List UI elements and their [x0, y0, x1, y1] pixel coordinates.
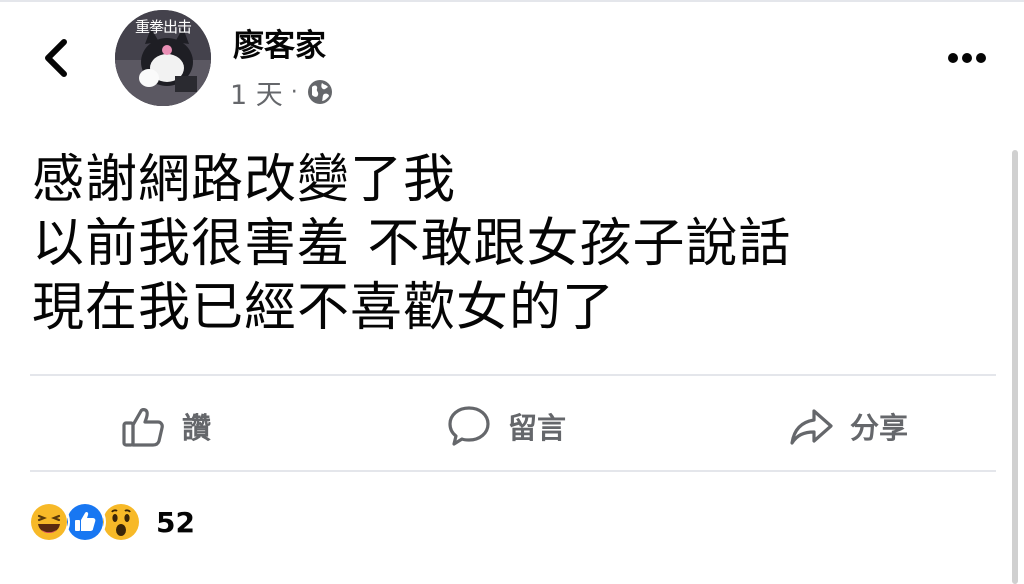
- post-timestamp[interactable]: 1 天: [230, 73, 283, 112]
- post-line: 以前我很害羞 不敢跟女孩子說話: [32, 214, 792, 274]
- post-actions-bar: 讚 留言 分享: [0, 380, 1024, 470]
- actions-bottom-divider: [30, 470, 996, 472]
- post-meta: 1 天 ·: [230, 72, 334, 112]
- share-label: 分享: [850, 411, 909, 445]
- like-icon: [64, 501, 106, 543]
- author-name[interactable]: 廖客家: [233, 20, 326, 65]
- haha-icon: [28, 501, 70, 543]
- like-label: 讚: [182, 411, 212, 445]
- post-line: 現在我已經不喜歡女的了: [32, 278, 616, 338]
- reactions-summary[interactable]: 52: [28, 500, 195, 544]
- wow-icon: [100, 501, 142, 543]
- share-button[interactable]: 分享: [788, 398, 908, 454]
- avatar[interactable]: 重拳出击: [115, 10, 211, 106]
- more-options-button[interactable]: [942, 40, 992, 76]
- share-arrow-icon: [790, 409, 833, 445]
- more-dots-icon: [948, 53, 986, 63]
- avatar-caption: 重拳出击: [134, 18, 192, 36]
- post-text: 感謝網路改變了我 以前我很害羞 不敢跟女孩子說話 現在我已經不喜歡女的了: [32, 148, 992, 340]
- globe-icon[interactable]: [306, 78, 334, 106]
- meta-separator: ·: [290, 79, 298, 105]
- post-line: 感謝網路改變了我: [32, 150, 457, 210]
- like-button[interactable]: 讚: [120, 398, 211, 454]
- scrollbar[interactable]: [1012, 150, 1018, 584]
- actions-top-divider: [30, 374, 996, 376]
- post-header: 重拳出击 廖客家 1 天 ·: [0, 0, 1024, 130]
- comment-label: 留言: [508, 411, 567, 445]
- back-button[interactable]: [36, 36, 76, 80]
- comment-button[interactable]: 留言: [446, 398, 566, 454]
- thumbs-up-icon: [122, 408, 164, 447]
- reaction-count: 52: [156, 505, 195, 539]
- comment-bubble-icon: [448, 406, 490, 446]
- chevron-left-icon: [45, 39, 67, 77]
